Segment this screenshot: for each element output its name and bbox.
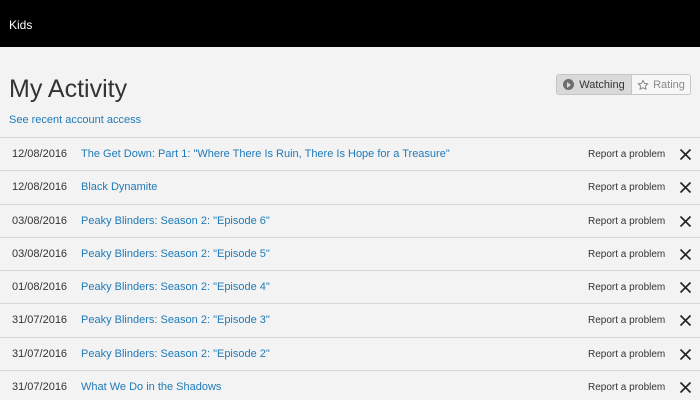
activity-date: 31/07/2016: [12, 314, 68, 327]
activity-row: 12/08/2016 The Get Down: Part 1: "Where …: [0, 137, 700, 170]
report-problem-link[interactable]: Report a problem: [588, 314, 665, 327]
watching-label: Watching: [579, 78, 625, 91]
activity-row: 01/08/2016 Peaky Blinders: Season 2: "Ep…: [0, 270, 700, 303]
report-problem-link[interactable]: Report a problem: [588, 381, 665, 394]
activity-title-link[interactable]: Peaky Blinders: Season 2: "Episode 5": [81, 248, 270, 261]
close-icon[interactable]: [679, 348, 692, 361]
activity-title-link[interactable]: Peaky Blinders: Season 2: "Episode 4": [81, 281, 270, 294]
activity-date: 31/07/2016: [12, 381, 68, 394]
activity-date: 03/08/2016: [12, 214, 68, 227]
report-problem-link[interactable]: Report a problem: [588, 181, 665, 194]
star-icon: [637, 79, 649, 90]
close-icon[interactable]: [679, 248, 692, 261]
report-problem-link[interactable]: Report a problem: [588, 248, 665, 261]
close-icon[interactable]: [679, 381, 692, 394]
rating-tab[interactable]: Rating: [632, 75, 690, 94]
activity-title-link[interactable]: Peaky Blinders: Season 2: "Episode 6": [81, 215, 270, 228]
watching-tab[interactable]: Watching: [557, 75, 632, 94]
activity-row: 31/07/2016 Peaky Blinders: Season 2: "Ep…: [0, 336, 700, 370]
activity-title-link[interactable]: Peaky Blinders: Season 2: "Episode 3": [81, 314, 270, 327]
activity-row: 31/07/2016 What We Do in the Shadows Rep…: [0, 370, 700, 400]
recent-account-access-link[interactable]: See recent account access: [9, 114, 141, 127]
view-toggle: Watching Rating: [556, 74, 691, 95]
activity-date: 12/08/2016: [12, 181, 68, 194]
activity-title-link[interactable]: Black Dynamite: [81, 181, 157, 194]
close-icon[interactable]: [679, 181, 692, 194]
activity-date: 01/08/2016: [12, 281, 68, 294]
rating-label: Rating: [653, 78, 685, 91]
close-icon[interactable]: [679, 215, 692, 228]
report-problem-link[interactable]: Report a problem: [588, 148, 665, 161]
top-bar: Kids: [0, 0, 700, 47]
activity-title-link[interactable]: The Get Down: Part 1: "Where There Is Ru…: [81, 148, 450, 161]
close-icon[interactable]: [679, 281, 692, 294]
activity-date: 03/08/2016: [12, 247, 68, 260]
activity-title-link[interactable]: What We Do in the Shadows: [81, 381, 221, 394]
activity-row: 31/07/2016 Peaky Blinders: Season 2: "Ep…: [0, 303, 700, 336]
close-icon[interactable]: [679, 314, 692, 327]
activity-title-link[interactable]: Peaky Blinders: Season 2: "Episode 2": [81, 348, 270, 361]
activity-row: 03/08/2016 Peaky Blinders: Season 2: "Ep…: [0, 203, 700, 237]
report-problem-link[interactable]: Report a problem: [588, 215, 665, 228]
activity-date: 12/08/2016: [12, 148, 68, 160]
play-circle-icon: [563, 79, 575, 90]
activity-list: 12/08/2016 The Get Down: Part 1: "Where …: [0, 137, 700, 400]
page-title: My Activity: [9, 75, 128, 103]
report-problem-link[interactable]: Report a problem: [588, 348, 665, 361]
activity-date: 31/07/2016: [12, 347, 68, 360]
activity-row: 03/08/2016 Peaky Blinders: Season 2: "Ep…: [0, 236, 700, 270]
close-icon[interactable]: [679, 148, 692, 161]
report-problem-link[interactable]: Report a problem: [588, 281, 665, 294]
profile-name[interactable]: Kids: [9, 18, 32, 32]
activity-row: 12/08/2016 Black Dynamite Report a probl…: [0, 170, 700, 203]
